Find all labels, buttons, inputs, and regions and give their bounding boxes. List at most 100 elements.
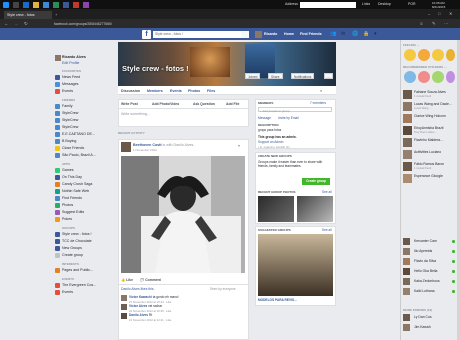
tab-photos[interactable]: Photos	[188, 89, 200, 93]
sidebar-item-friend-list[interactable]: B Boying	[62, 139, 76, 143]
sidebar-item-friend-list[interactable]: Family	[62, 104, 73, 108]
avatar[interactable]	[403, 174, 412, 183]
message-link[interactable]: Message	[258, 116, 271, 120]
avatar[interactable]	[403, 238, 410, 245]
chat-contact-name[interactable]: Kaka Zedonhous	[414, 279, 440, 283]
avatar[interactable]	[403, 138, 412, 147]
chat-contact-name[interactable]: Ilio Ayereids	[414, 249, 432, 253]
sticker-icon[interactable]	[446, 71, 455, 83]
sticker-icon[interactable]	[418, 71, 430, 83]
back-icon[interactable]: ←	[4, 21, 9, 26]
sidebar-item-interest[interactable]: Pages and Public...	[62, 268, 93, 272]
close-icon[interactable]: ✕	[449, 11, 452, 16]
post-photo[interactable]	[121, 156, 245, 273]
sidebar-item-event[interactable]: Events	[62, 290, 73, 294]
links-toolbar-label[interactable]: Links	[362, 2, 370, 6]
chat-contact-name[interactable]: Jim Kawah	[414, 325, 431, 329]
nav-home[interactable]: Home	[284, 32, 294, 36]
avatar[interactable]	[121, 142, 131, 152]
friend-requests-icon[interactable]: 👥	[330, 31, 336, 37]
avatar[interactable]	[403, 126, 412, 135]
messages-icon[interactable]: ✉	[341, 31, 345, 37]
notes-icon[interactable]: ✎	[432, 21, 436, 27]
browser-tab-active[interactable]: Style crew - fotos	[4, 11, 52, 19]
minimize-icon[interactable]: –	[428, 11, 430, 16]
start-icon[interactable]	[3, 1, 9, 8]
avatar[interactable]	[121, 295, 127, 301]
search-icon[interactable]: ⌕	[320, 88, 322, 93]
tab-events[interactable]: Events	[170, 89, 182, 93]
sidebar-item-app[interactable]: Find Friends	[62, 196, 82, 200]
ask-question-tab[interactable]: Ask Question	[193, 102, 215, 106]
avatar[interactable]	[403, 248, 410, 255]
app-icon[interactable]	[83, 1, 89, 8]
tab-files[interactable]: Files	[207, 89, 215, 93]
new-tab-icon[interactable]: +	[55, 12, 57, 17]
chat-contact-name[interactable]: Hello Oka Bella	[414, 269, 437, 273]
sidebar-item-app[interactable]: Games	[62, 168, 74, 172]
members-count[interactable]: 7 members	[310, 101, 326, 105]
joined-button[interactable]: Joined	[245, 73, 261, 79]
add-file-tab[interactable]: Add File	[226, 102, 239, 106]
comment-author-name[interactable]: Danilo Alves	[129, 313, 148, 317]
sidebar-item-group[interactable]: TCC de Chocolate	[62, 239, 92, 243]
sidebar-item-events[interactable]: Events	[62, 89, 73, 93]
post-timestamp[interactable]: 1 November 2012	[133, 148, 157, 152]
chat-contact-name[interactable]: Kaiki Luthana	[414, 289, 435, 293]
tab-members[interactable]: Members	[147, 89, 163, 93]
sidebar-item-create-group[interactable]: Create group	[62, 253, 83, 257]
avatar[interactable]	[403, 150, 412, 159]
app-icon[interactable]	[73, 1, 79, 8]
app-icon[interactable]	[53, 1, 59, 8]
search-icon[interactable]	[13, 1, 19, 8]
sidebar-item-app[interactable]: Candy Crush Saga	[62, 182, 92, 186]
chat-contact-name[interactable]: Fabiane Souza Alves	[414, 90, 446, 94]
sticker-icon[interactable]	[432, 49, 444, 61]
notifications-icon[interactable]: 🌐	[352, 31, 358, 37]
search-icon[interactable]	[241, 30, 249, 38]
chat-contact-name[interactable]: ElroyAnnisha Brazil	[414, 126, 443, 130]
chat-contact-name[interactable]: Flávio da Silva	[414, 259, 436, 263]
sidebar-item-event[interactable]: The Evergreen Cos...	[62, 283, 96, 287]
suggested-group-cover[interactable]	[258, 234, 333, 296]
group-title[interactable]: Style crew - fotos !	[122, 64, 189, 73]
sidebar-item-friend-list[interactable]: São Paulo, Brazil A...	[62, 153, 96, 157]
sidebar-item-app[interactable]: Suggest Edits	[62, 210, 84, 214]
comment-timestamp[interactable]: 22 November 2012 at 16:35 · Like	[129, 309, 171, 313]
language-indicator[interactable]: POR	[408, 2, 416, 6]
sidebar-item-messages[interactable]: Messages	[62, 82, 78, 86]
hub-icon[interactable]: ≡	[420, 21, 423, 26]
invite-by-email-link[interactable]: Invite by Email	[278, 116, 299, 120]
avatar[interactable]	[55, 55, 61, 61]
chat-contact-name[interactable]: Esperance Gloogle	[414, 174, 443, 178]
avatar[interactable]	[403, 102, 412, 111]
sidebar-item-friend-list[interactable]: StyleCrew	[62, 118, 78, 122]
like-button[interactable]: 👍 Like	[121, 278, 133, 282]
avatar[interactable]	[403, 268, 410, 275]
post-author[interactable]: Beethoven Costt	[133, 143, 162, 147]
sticker-icon[interactable]	[432, 71, 444, 83]
sidebar-edit-profile[interactable]: Edit Profile	[62, 61, 79, 65]
sidebar-item-news-feed[interactable]: News Feed	[62, 75, 80, 79]
store-icon[interactable]	[43, 1, 49, 8]
group-photo-thumbnail[interactable]	[258, 196, 294, 222]
address-toolbar-input[interactable]	[300, 1, 356, 8]
see-all-suggested-link[interactable]: See all	[322, 228, 332, 232]
suggested-group-name[interactable]: MODELOS PARA REVIS...	[258, 298, 297, 302]
account-menu-icon[interactable]: ▾	[374, 31, 377, 37]
avatar[interactable]	[403, 90, 412, 99]
forward-icon[interactable]: →	[14, 21, 19, 26]
comment-timestamp[interactable]: 21 November 2012 at 12:21 · Like	[129, 318, 171, 322]
facebook-logo[interactable]: f	[142, 29, 151, 39]
clock-date[interactable]: 8/21/2015	[432, 5, 445, 9]
avatar[interactable]	[255, 30, 262, 38]
more-options-button[interactable]: ...	[324, 73, 333, 79]
sidebar-item-app[interactable]: On This Day	[62, 175, 82, 179]
refresh-icon[interactable]: ↻	[24, 21, 28, 27]
avatar[interactable]	[121, 304, 127, 310]
sidebar-item-group[interactable]: Style crew - fotos !	[62, 232, 92, 236]
nav-profile-name[interactable]: Ricardo	[264, 32, 277, 36]
nav-find-friends[interactable]: Find Friends	[300, 32, 322, 36]
chat-contact-name[interactable]: Flavinho Maldera...	[414, 138, 443, 142]
chat-contact-name[interactable]: Lucas Wang and Dacie...	[414, 102, 452, 106]
